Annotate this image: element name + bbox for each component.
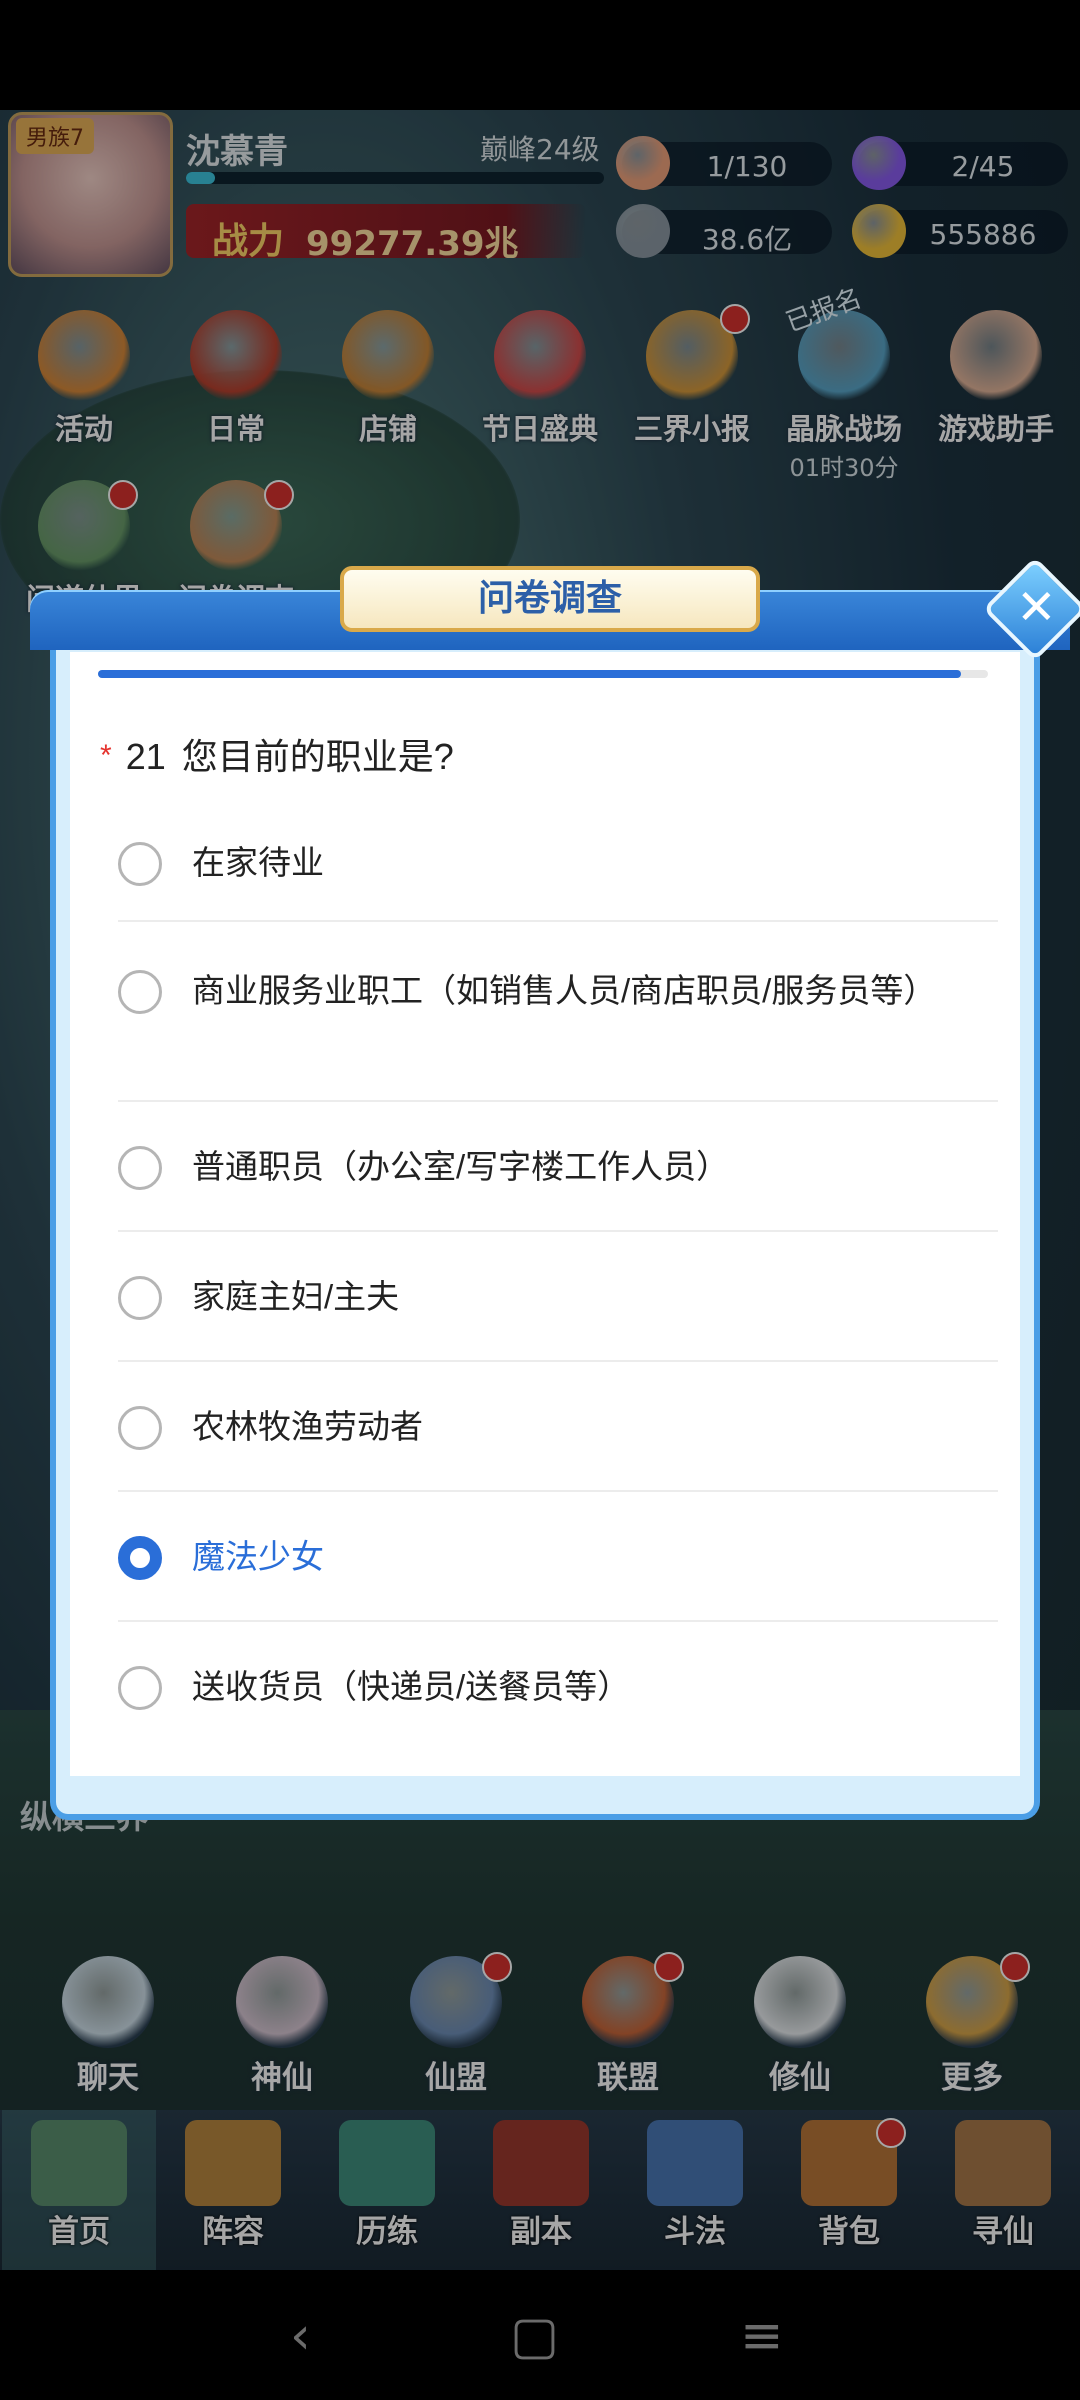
option-label: 农林牧渔劳动者 (192, 1408, 423, 1445)
close-icon: ✕ (1016, 579, 1057, 636)
status-bar (0, 0, 1080, 110)
dialog-frame: * 21 您目前的职业是? 在家待业 商业服务业职工（如销售人员/商店职员/服务员等… (50, 636, 1040, 1820)
option-homemaker[interactable]: 家庭主妇/主夫 (118, 1232, 998, 1362)
option-farm-worker[interactable]: 农林牧渔劳动者 (118, 1362, 998, 1492)
survey-dialog: * 21 您目前的职业是? 在家待业 商业服务业职工（如销售人员/商店职员/服务员等… (30, 556, 1080, 1820)
system-nav-bar: ‹ ▢ ≡ (0, 2270, 1080, 2400)
radio-button[interactable] (118, 842, 162, 886)
option-office-staff[interactable]: 普通职员（办公室/写字楼工作人员） (118, 1102, 998, 1232)
radio-button[interactable] (118, 1666, 162, 1710)
survey-body: * 21 您目前的职业是? 在家待业 商业服务业职工（如销售人员/商店职员/服务员等… (70, 652, 1020, 1776)
radio-button[interactable] (118, 1406, 162, 1450)
recent-apps-icon[interactable]: ≡ (740, 2306, 784, 2366)
option-label: 在家待业 (192, 844, 324, 881)
radio-button-selected[interactable] (118, 1536, 162, 1580)
survey-progress-bar (98, 670, 988, 678)
option-label: 普通职员（办公室/写字楼工作人员） (192, 1148, 730, 1185)
home-icon[interactable]: ▢ (510, 2306, 559, 2366)
radio-button[interactable] (118, 1146, 162, 1190)
option-label: 魔法少女 (192, 1538, 324, 1575)
radio-button[interactable] (118, 1276, 162, 1320)
option-label: 家庭主妇/主夫 (192, 1278, 400, 1315)
question-title: * 21 您目前的职业是? (100, 728, 454, 780)
option-service-worker[interactable]: 商业服务业职工（如销售人员/商店职员/服务员等） (118, 922, 998, 1102)
dialog-title: 问卷调查 (477, 578, 622, 619)
option-courier[interactable]: 送收货员（快递员/送餐员等） (118, 1622, 998, 1752)
option-label: 商业服务业职工（如销售人员/商店职员/服务员等） (192, 972, 937, 1009)
option-unemployed[interactable]: 在家待业 (118, 792, 998, 922)
option-magical-girl[interactable]: 魔法少女 (118, 1492, 998, 1622)
survey-progress-fill (98, 670, 962, 678)
required-mark: * (100, 739, 112, 772)
radio-button[interactable] (118, 970, 162, 1014)
dialog-title-plate: 问卷调查 (340, 566, 760, 632)
question-text: 您目前的职业是? (181, 736, 454, 777)
option-label: 送收货员（快递员/送餐员等） (192, 1668, 631, 1705)
option-list: 在家待业 商业服务业职工（如销售人员/商店职员/服务员等） 普通职员（办公室/写… (118, 792, 998, 1752)
back-icon[interactable]: ‹ (290, 2306, 311, 2366)
question-number: 21 (125, 736, 166, 777)
